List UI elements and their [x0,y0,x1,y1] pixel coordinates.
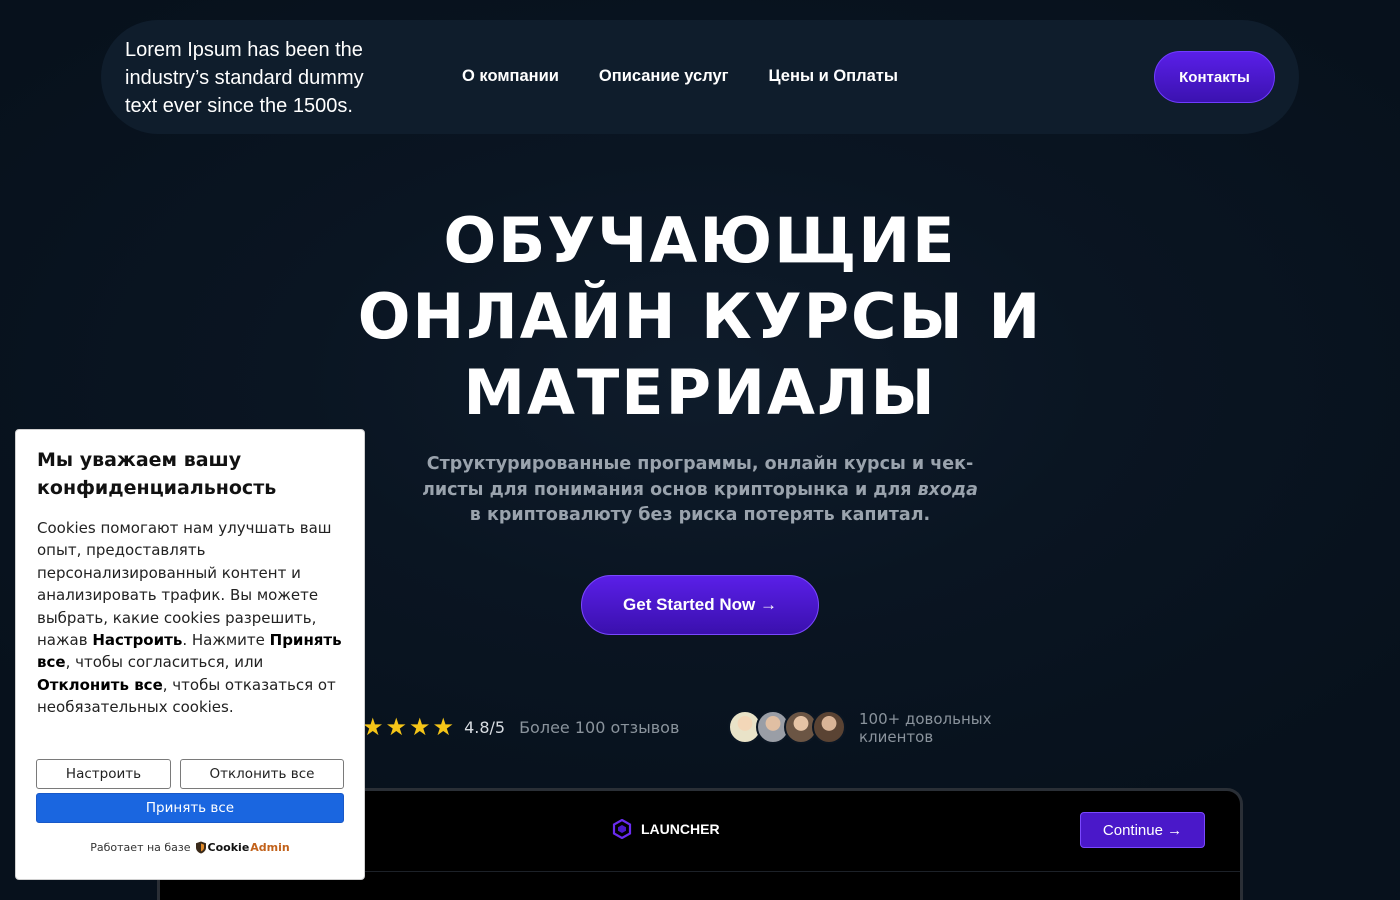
hero-subtitle-text: Структурированные программы, онлайн курс… [422,454,974,500]
cookie-text: , чтобы согласиться, или [65,653,264,672]
launcher-logo: LAUNCHER [612,819,720,839]
star-icon: ★ [362,713,384,741]
star-icon: ★ [432,713,455,741]
cookieadmin-logo[interactable]: Cookie Admin [195,841,290,854]
cookie-title: Мы уважаем вашу конфиденциальность [37,449,277,499]
rating-score: 4.8/5 [464,717,506,737]
cookie-consent-banner: Мы уважаем вашу конфиденциальность Cooki… [15,429,365,880]
get-started-button[interactable]: Get Started Now → [581,575,819,635]
powered-by-text: Работает на базе [90,841,191,854]
cookie-text-bold: Настроить [92,631,183,650]
hero-subtitle-text: в криптовалюту без риска потерять капита… [469,505,931,525]
hero-subtitle: Структурированные программы, онлайн курс… [420,452,980,529]
clients-count: 100+ довольных клиентов [859,710,992,746]
launcher-name: LAUNCHER [641,821,720,837]
star-icon: ★ [385,713,408,741]
rating-summary: ★ ★ ★ ★ 4.8/5 Более 100 отзывов [362,714,679,740]
hero-title-line: ОНЛАЙН КУРСЫ И [357,280,1043,353]
cookie-accept-all-button[interactable]: Принять все [36,793,344,823]
cookieadmin-brand-part1: Cookie [207,841,250,854]
cookie-text-bold: Отклонить все [37,675,163,694]
hero-title: ОБУЧАЮЩИЕ ОНЛАЙН КУРСЫ И МАТЕРИАЛЫ [300,203,1100,431]
continue-button[interactable]: Continue → [1080,812,1205,848]
cookieadmin-brand-part2: Admin [250,841,290,854]
hero-title-line: МАТЕРИАЛЫ [463,356,937,429]
nav-link-about[interactable]: О компании [462,67,559,86]
nav-link-pricing[interactable]: Цены и Оплаты [769,67,898,86]
site-header: Lorem Ipsum has been the industry’s stan… [101,20,1299,134]
cookie-text: . Нажмите [182,631,270,650]
launcher-logo-icon [612,819,632,839]
avatar [812,710,846,744]
nav-link-services[interactable]: Описание услуг [599,67,729,86]
powered-by: Работает на базе Cookie Admin [16,841,364,854]
hero-title-line: ОБУЧАЮЩИЕ [443,204,957,277]
reviews-count: Более 100 отзывов [519,717,680,737]
client-avatars [728,710,846,744]
cookie-configure-button[interactable]: Настроить [36,759,171,789]
cookie-text: Cookies помогают нам улучшать ваш опыт, … [37,519,332,650]
contacts-button[interactable]: Контакты [1154,51,1275,103]
hero-subtitle-emphasis: входа [917,479,978,500]
brand-text: Lorem Ipsum has been the industry’s stan… [125,39,364,117]
cookie-description: Cookies помогают нам улучшать ваш опыт, … [37,517,349,719]
cookie-reject-all-button[interactable]: Отклонить все [180,759,344,789]
shield-icon [195,841,206,854]
main-nav: О компании Описание услуг Цены и Оплаты [462,67,898,86]
star-icon: ★ [409,713,431,741]
